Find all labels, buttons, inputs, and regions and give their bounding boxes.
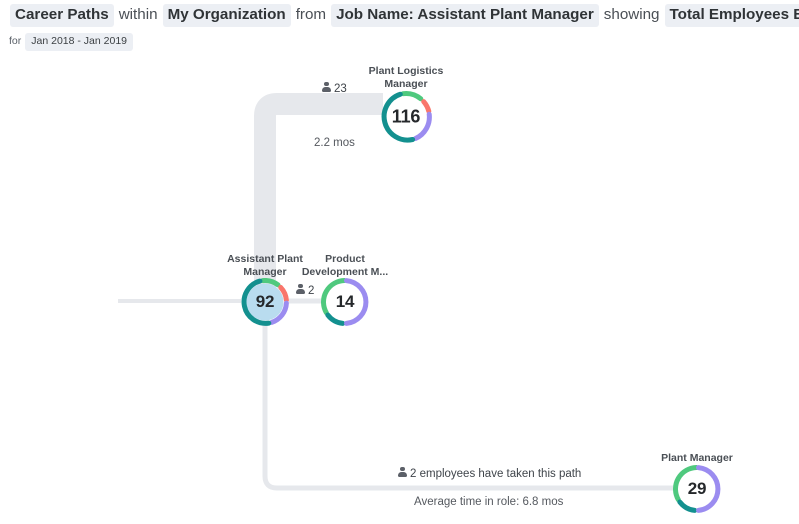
- node-ring-product-development-m: [321, 278, 369, 326]
- node-ring-plant-manager: [673, 465, 721, 513]
- node-ring-assistant-plant-manager: [241, 278, 289, 326]
- career-path-graph: Plant Logistics Manager 116 Assistant Pl…: [0, 0, 799, 524]
- edge-count-plant-logistics-manager: 23: [322, 82, 347, 96]
- edge-to-plant-logistics-manager[interactable]: [254, 93, 383, 300]
- edge-count-value: 23: [334, 83, 347, 95]
- edge-time-plant-manager: Average time in role: 6.8 mos: [414, 496, 564, 508]
- edge-count-plant-manager: 2 employees have taken this path: [398, 467, 581, 481]
- edge-to-plant-manager[interactable]: [262, 324, 673, 491]
- edge-time-plant-logistics-manager: 2.2 mos: [314, 137, 355, 149]
- person-icon: [398, 467, 407, 478]
- person-icon: [322, 82, 331, 93]
- node-center-fill: [246, 283, 284, 321]
- node-ring-plant-logistics-manager: [381, 91, 432, 143]
- edge-count-product-development-m: 2: [296, 284, 314, 298]
- edge-layer: [118, 93, 673, 491]
- edge-count-value: 2 employees have taken this path: [410, 468, 582, 480]
- person-icon: [296, 284, 305, 295]
- edge-count-value: 2: [308, 285, 315, 297]
